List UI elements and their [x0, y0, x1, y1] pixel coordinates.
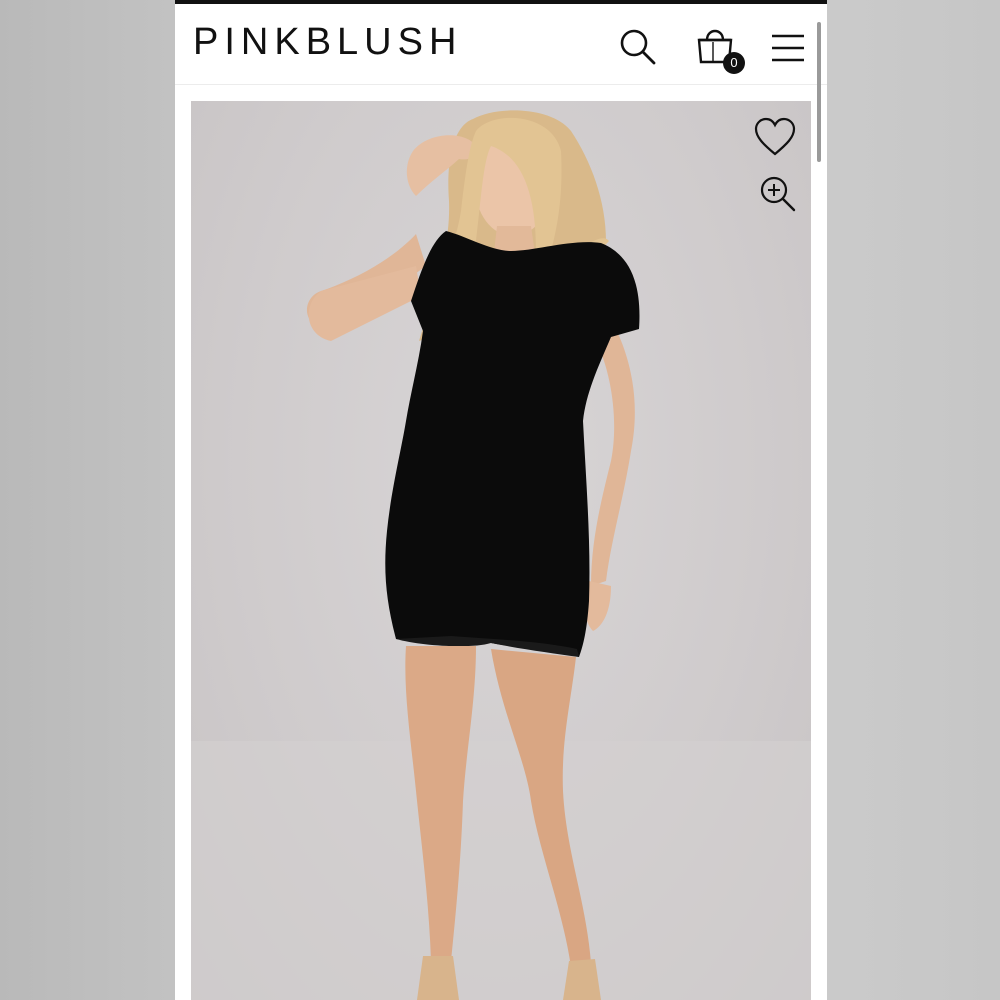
search-icon[interactable]	[617, 26, 657, 66]
cart-count-badge[interactable]: 0	[723, 52, 745, 74]
heart-icon[interactable]	[753, 117, 797, 157]
brand-logo[interactable]: PINKBLUSH	[193, 20, 462, 64]
site-header: PINKBLUSH 0	[175, 4, 827, 85]
hamburger-menu-icon[interactable]	[771, 32, 805, 64]
mobile-page: PINKBLUSH 0	[175, 0, 827, 1000]
scrollbar[interactable]	[817, 22, 821, 162]
model-wearing-black-dress	[191, 110, 811, 1000]
zoom-in-icon[interactable]	[759, 175, 797, 213]
product-image[interactable]	[191, 101, 811, 1000]
